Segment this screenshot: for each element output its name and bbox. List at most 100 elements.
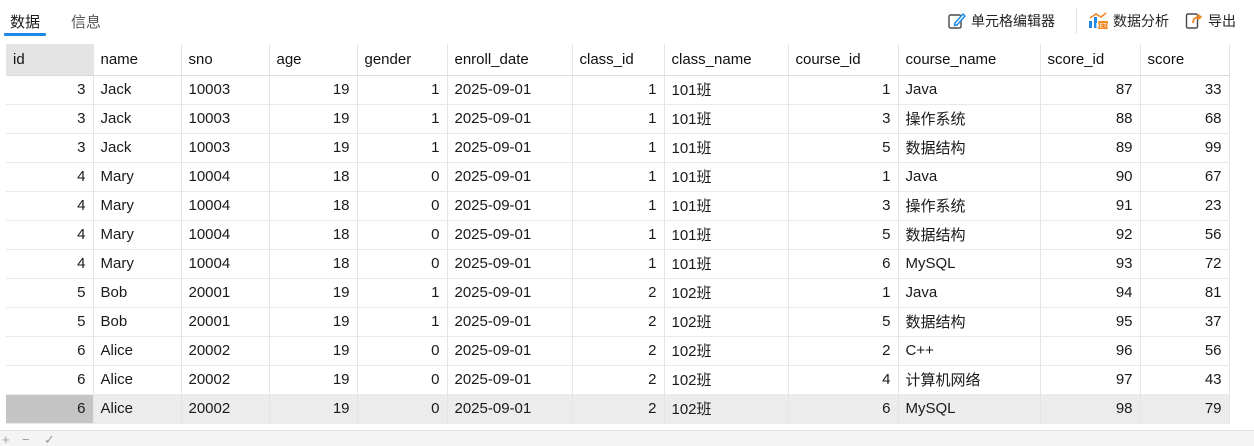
cell-course-id[interactable]: 3 bbox=[788, 104, 899, 134]
add-row-button[interactable]: + bbox=[2, 433, 10, 446]
cell-score-id[interactable]: 98 bbox=[1040, 394, 1141, 424]
cell-course-name[interactable]: Java bbox=[898, 75, 1041, 105]
tab-data[interactable]: 数据 bbox=[10, 11, 40, 32]
cell-score[interactable]: 81 bbox=[1140, 278, 1230, 308]
column-header-id[interactable]: id bbox=[6, 44, 94, 76]
cell-class-name[interactable]: 102班 bbox=[664, 365, 789, 395]
cell-sno[interactable]: 20002 bbox=[181, 394, 270, 424]
cell-gender[interactable]: 0 bbox=[357, 191, 448, 221]
column-header-class-id[interactable]: class_id bbox=[572, 44, 665, 76]
cell-id[interactable]: 5 bbox=[6, 307, 94, 337]
cell-class-id[interactable]: 1 bbox=[572, 133, 665, 163]
cell-enroll-date[interactable]: 2025-09-01 bbox=[447, 278, 573, 308]
cell-score[interactable]: 43 bbox=[1140, 365, 1230, 395]
cell-class-name[interactable]: 102班 bbox=[664, 278, 789, 308]
data-analysis-button[interactable]: BETA 数据分析 bbox=[1087, 10, 1169, 32]
cell-enroll-date[interactable]: 2025-09-01 bbox=[447, 162, 573, 192]
cell-age[interactable]: 18 bbox=[269, 249, 358, 279]
cell-course-name[interactable]: MySQL bbox=[898, 249, 1041, 279]
cell-score[interactable]: 68 bbox=[1140, 104, 1230, 134]
cell-course-id[interactable]: 4 bbox=[788, 365, 899, 395]
cell-sno[interactable]: 10004 bbox=[181, 191, 270, 221]
cell-course-name[interactable]: 操作系统 bbox=[898, 191, 1041, 221]
cell-course-id[interactable]: 1 bbox=[788, 75, 899, 105]
cell-course-name[interactable]: 数据结构 bbox=[898, 133, 1041, 163]
cell-id[interactable]: 4 bbox=[6, 191, 94, 221]
cell-name[interactable]: Mary bbox=[93, 162, 182, 192]
cell-class-name[interactable]: 102班 bbox=[664, 336, 789, 366]
cell-course-id[interactable]: 5 bbox=[788, 133, 899, 163]
delete-row-button[interactable]: − bbox=[22, 433, 30, 446]
cell-score[interactable]: 56 bbox=[1140, 220, 1230, 250]
cell-id[interactable]: 4 bbox=[6, 249, 94, 279]
cell-course-name[interactable]: Java bbox=[898, 162, 1041, 192]
cell-enroll-date[interactable]: 2025-09-01 bbox=[447, 75, 573, 105]
cell-score[interactable]: 99 bbox=[1140, 133, 1230, 163]
cell-id[interactable]: 6 bbox=[6, 336, 94, 366]
cell-course-id[interactable]: 2 bbox=[788, 336, 899, 366]
cell-sno[interactable]: 10004 bbox=[181, 249, 270, 279]
cell-gender[interactable]: 1 bbox=[357, 75, 448, 105]
cell-score[interactable]: 79 bbox=[1140, 394, 1230, 424]
table-row[interactable]: 3 Jack 10003 19 1 2025-09-01 1 101班 5 数据结构 89 99 bbox=[6, 133, 1230, 163]
table-row[interactable]: 6 Alice 20002 19 0 2025-09-01 2 102班 4 计算机网络 97 43 bbox=[6, 365, 1230, 395]
cell-score-id[interactable]: 92 bbox=[1040, 220, 1141, 250]
cell-course-name[interactable]: 数据结构 bbox=[898, 220, 1041, 250]
column-header-class-name[interactable]: class_name bbox=[664, 44, 789, 76]
cell-enroll-date[interactable]: 2025-09-01 bbox=[447, 365, 573, 395]
cell-id[interactable]: 5 bbox=[6, 278, 94, 308]
cell-class-id[interactable]: 2 bbox=[572, 307, 665, 337]
table-row[interactable]: 4 Mary 10004 18 0 2025-09-01 1 101班 3 操作系统 91 23 bbox=[6, 191, 1230, 221]
cell-name[interactable]: Alice bbox=[93, 336, 182, 366]
cell-gender[interactable]: 1 bbox=[357, 278, 448, 308]
cell-id[interactable]: 3 bbox=[6, 104, 94, 134]
cell-score-id[interactable]: 91 bbox=[1040, 191, 1141, 221]
cell-name[interactable]: Alice bbox=[93, 365, 182, 395]
cell-class-id[interactable]: 2 bbox=[572, 336, 665, 366]
cell-course-id[interactable]: 5 bbox=[788, 307, 899, 337]
cell-class-id[interactable]: 1 bbox=[572, 75, 665, 105]
table-row[interactable]: 5 Bob 20001 19 1 2025-09-01 2 102班 1 Java 94 81 bbox=[6, 278, 1230, 308]
cell-class-name[interactable]: 101班 bbox=[664, 249, 789, 279]
cell-class-id[interactable]: 1 bbox=[572, 220, 665, 250]
cell-score-id[interactable]: 96 bbox=[1040, 336, 1141, 366]
cell-enroll-date[interactable]: 2025-09-01 bbox=[447, 191, 573, 221]
cell-sno[interactable]: 10003 bbox=[181, 104, 270, 134]
table-row[interactable]: 4 Mary 10004 18 0 2025-09-01 1 101班 1 Java 90 67 bbox=[6, 162, 1230, 192]
cell-age[interactable]: 19 bbox=[269, 75, 358, 105]
cell-course-name[interactable]: C++ bbox=[898, 336, 1041, 366]
cell-course-id[interactable]: 5 bbox=[788, 220, 899, 250]
cell-id[interactable]: 3 bbox=[6, 133, 94, 163]
cell-sno[interactable]: 20001 bbox=[181, 307, 270, 337]
cell-course-name[interactable]: 操作系统 bbox=[898, 104, 1041, 134]
column-header-course-id[interactable]: course_id bbox=[788, 44, 899, 76]
cell-enroll-date[interactable]: 2025-09-01 bbox=[447, 336, 573, 366]
cell-id[interactable]: 6 bbox=[6, 394, 94, 424]
cell-class-id[interactable]: 2 bbox=[572, 278, 665, 308]
cell-class-id[interactable]: 2 bbox=[572, 394, 665, 424]
cell-score[interactable]: 56 bbox=[1140, 336, 1230, 366]
column-header-enroll-date[interactable]: enroll_date bbox=[447, 44, 573, 76]
cell-course-name[interactable]: 计算机网络 bbox=[898, 365, 1041, 395]
cell-course-id[interactable]: 6 bbox=[788, 249, 899, 279]
cell-gender[interactable]: 1 bbox=[357, 133, 448, 163]
cell-enroll-date[interactable]: 2025-09-01 bbox=[447, 104, 573, 134]
cell-class-name[interactable]: 101班 bbox=[664, 104, 789, 134]
cell-id[interactable]: 4 bbox=[6, 220, 94, 250]
cell-id[interactable]: 3 bbox=[6, 75, 94, 105]
cell-gender[interactable]: 1 bbox=[357, 307, 448, 337]
cell-class-name[interactable]: 101班 bbox=[664, 75, 789, 105]
cell-age[interactable]: 19 bbox=[269, 307, 358, 337]
cell-course-name[interactable]: 数据结构 bbox=[898, 307, 1041, 337]
cell-class-name[interactable]: 101班 bbox=[664, 162, 789, 192]
cell-score-id[interactable]: 89 bbox=[1040, 133, 1141, 163]
cell-course-name[interactable]: Java bbox=[898, 278, 1041, 308]
table-row[interactable]: 3 Jack 10003 19 1 2025-09-01 1 101班 3 操作系统 88 68 bbox=[6, 104, 1230, 134]
cell-sno[interactable]: 20002 bbox=[181, 365, 270, 395]
cell-enroll-date[interactable]: 2025-09-01 bbox=[447, 220, 573, 250]
cell-sno[interactable]: 10004 bbox=[181, 220, 270, 250]
cell-class-name[interactable]: 102班 bbox=[664, 307, 789, 337]
cell-class-name[interactable]: 101班 bbox=[664, 133, 789, 163]
cell-score-id[interactable]: 87 bbox=[1040, 75, 1141, 105]
cell-course-id[interactable]: 6 bbox=[788, 394, 899, 424]
